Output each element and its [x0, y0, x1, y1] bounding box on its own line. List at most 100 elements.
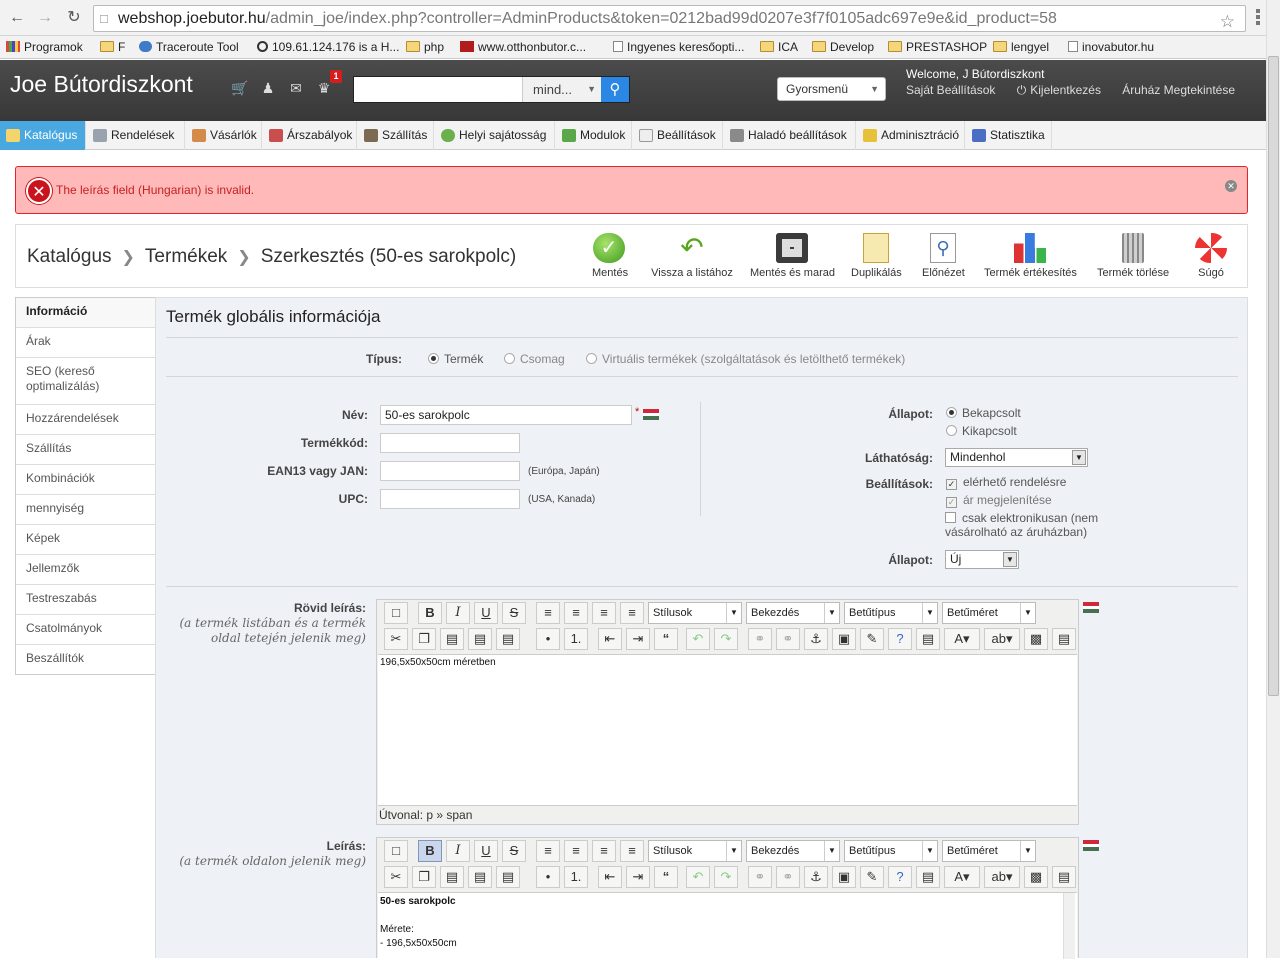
align-left-icon[interactable]: ≡ [536, 840, 560, 862]
type-option-pack[interactable]: Csomag [504, 352, 565, 366]
sidebar-item-seo[interactable]: SEO (kereső optimalizálás) [16, 358, 155, 405]
sidebar-item-suppliers[interactable]: Beszállítók [16, 645, 155, 675]
hungarian-flag-icon[interactable] [643, 409, 659, 420]
html-icon[interactable]: ▤ [916, 866, 940, 888]
indent-icon[interactable]: ⇥ [626, 628, 650, 650]
bullet-list-icon[interactable]: • [536, 866, 560, 888]
tab-administration[interactable]: Adminisztráció [857, 121, 965, 150]
quick-menu-select[interactable]: Gyorsmenü ▼ [777, 77, 886, 101]
preview-button[interactable]: ⚲ Előnézet [922, 233, 965, 279]
redo-icon[interactable]: ↷ [714, 866, 738, 888]
redo-icon[interactable]: ↷ [714, 628, 738, 650]
hungarian-flag-icon[interactable] [1083, 602, 1099, 613]
tab-localization[interactable]: Helyi sajátosság [435, 121, 555, 150]
tab-stats[interactable]: Statisztika [966, 121, 1052, 150]
align-center-icon[interactable]: ≡ [564, 840, 588, 862]
sidebar-item-attachments[interactable]: Csatolmányok [16, 615, 155, 645]
name-input[interactable]: 50-es sarokpolc [380, 405, 632, 425]
reload-icon[interactable]: ↻ [64, 8, 84, 28]
reference-input[interactable] [380, 433, 520, 453]
blockquote-icon[interactable]: “ [654, 628, 678, 650]
tab-price-rules[interactable]: Árszabályok [263, 121, 357, 150]
cut-icon[interactable]: ✂ [384, 866, 408, 888]
breadcrumb-item[interactable]: Termékek [145, 246, 227, 267]
sidebar-item-information[interactable]: Információ [16, 298, 155, 328]
image-icon[interactable]: ▣ [832, 628, 856, 650]
description-content[interactable]: 50-es sarokpolc Mérete: - 196,5x50x50cm [378, 892, 1077, 962]
paste-icon[interactable]: ▤ [440, 866, 464, 888]
status-enabled-option[interactable]: Bekapcsolt [946, 406, 1021, 420]
help-icon[interactable]: ? [888, 866, 912, 888]
bookmark-star-icon[interactable]: ☆ [1220, 9, 1235, 31]
customers-icon[interactable]: ♟ [259, 80, 277, 96]
paste-text-icon[interactable]: ▤ [468, 866, 492, 888]
cart-icon[interactable]: 🛒 [231, 80, 249, 96]
forward-icon[interactable]: → [35, 8, 55, 28]
indent-icon[interactable]: ⇥ [626, 866, 650, 888]
bookmark-item[interactable]: Traceroute Tool [139, 37, 239, 58]
align-right-icon[interactable]: ≡ [592, 602, 616, 624]
link-icon[interactable]: ⚭ [748, 866, 772, 888]
format-dropdown[interactable]: Bekezdés ▼ [746, 602, 840, 624]
tab-advanced-parameters[interactable]: Haladó beállítások [724, 121, 856, 150]
bookmark-item[interactable]: F [100, 37, 125, 58]
anchor-icon[interactable]: ⚓ [804, 628, 828, 650]
anchor-icon[interactable]: ⚓ [804, 866, 828, 888]
italic-icon[interactable]: I [446, 840, 470, 862]
format-dropdown[interactable]: Bekezdés ▼ [746, 840, 840, 862]
breadcrumb-item[interactable]: Katalógus [27, 246, 112, 267]
media-icon[interactable]: ▩ [1024, 866, 1048, 888]
visibility-select[interactable]: Mindenhol ▼ [945, 448, 1088, 467]
sidebar-item-features[interactable]: Jellemzők [16, 555, 155, 585]
bold-icon[interactable]: B [418, 602, 442, 624]
bookmark-item[interactable]: Ingyenes keresőopti... [613, 37, 744, 58]
fullscreen-icon[interactable]: ▤ [1052, 866, 1076, 888]
outdent-icon[interactable]: ⇤ [598, 866, 622, 888]
show-price-checkbox[interactable]: ✓ ár megjelenítése [946, 493, 1052, 508]
unlink-icon[interactable]: ⚭ [776, 628, 800, 650]
align-left-icon[interactable]: ≡ [536, 602, 560, 624]
sidebar-item-shipping[interactable]: Szállítás [16, 435, 155, 465]
italic-icon[interactable]: I [446, 602, 470, 624]
tab-orders[interactable]: Rendelések [87, 121, 185, 150]
search-scope-select[interactable]: mind... ▼ [522, 77, 602, 102]
sidebar-item-associations[interactable]: Hozzárendelések [16, 405, 155, 435]
bookmark-item[interactable]: PRESTASHOP [888, 37, 987, 58]
help-icon[interactable]: ? [888, 628, 912, 650]
bullet-list-icon[interactable]: • [536, 628, 560, 650]
new-document-icon[interactable]: □ [384, 602, 408, 624]
blockquote-icon[interactable]: “ [654, 866, 678, 888]
styles-dropdown[interactable]: Stílusok ▼ [648, 602, 742, 624]
save-and-stay-button[interactable]: Mentés és marad [750, 233, 835, 279]
scrollbar-thumb[interactable] [1268, 56, 1279, 696]
bookmark-item[interactable]: www.otthonbutor.c... [460, 37, 586, 58]
condition-select[interactable]: Új ▼ [945, 550, 1019, 569]
tab-modules[interactable]: Modulok [556, 121, 632, 150]
copy-icon[interactable]: ❐ [412, 866, 436, 888]
online-only-checkbox[interactable]: csak elektronikusan (nem vásárolható az … [945, 511, 1115, 539]
strikethrough-icon[interactable]: S [502, 840, 526, 862]
tab-shipping[interactable]: Szállítás [358, 121, 434, 150]
bookmark-item[interactable]: ICA [760, 37, 798, 58]
numbered-list-icon[interactable]: 1. [564, 628, 588, 650]
status-disabled-option[interactable]: Kikapcsolt [946, 424, 1017, 438]
browser-menu-icon[interactable] [1256, 9, 1262, 27]
tab-customers[interactable]: Vásárlók [186, 121, 262, 150]
admin-search[interactable]: mind... ▼ ⚲ [353, 76, 630, 103]
cleanup-icon[interactable]: ✎ [860, 866, 884, 888]
bookmark-item[interactable]: inovabutor.hu [1068, 37, 1154, 58]
sidebar-item-images[interactable]: Képek [16, 525, 155, 555]
outdent-icon[interactable]: ⇤ [598, 628, 622, 650]
background-color-icon[interactable]: ab▾ [984, 628, 1020, 650]
sidebar-item-prices[interactable]: Árak [16, 328, 155, 358]
sidebar-item-combinations[interactable]: Kombinációk [16, 465, 155, 495]
back-icon[interactable]: ← [7, 8, 27, 28]
image-icon[interactable]: ▣ [832, 866, 856, 888]
align-center-icon[interactable]: ≡ [564, 602, 588, 624]
bold-icon[interactable]: B [418, 840, 442, 862]
undo-icon[interactable]: ↶ [686, 628, 710, 650]
available-for-order-checkbox[interactable]: ✓ elérhető rendelésre [946, 475, 1066, 490]
underline-icon[interactable]: U [474, 840, 498, 862]
address-bar[interactable]: □ webshop.joebutor.hu/admin_joe/index.php… [93, 5, 1246, 32]
text-color-icon[interactable]: A▾ [944, 628, 980, 650]
